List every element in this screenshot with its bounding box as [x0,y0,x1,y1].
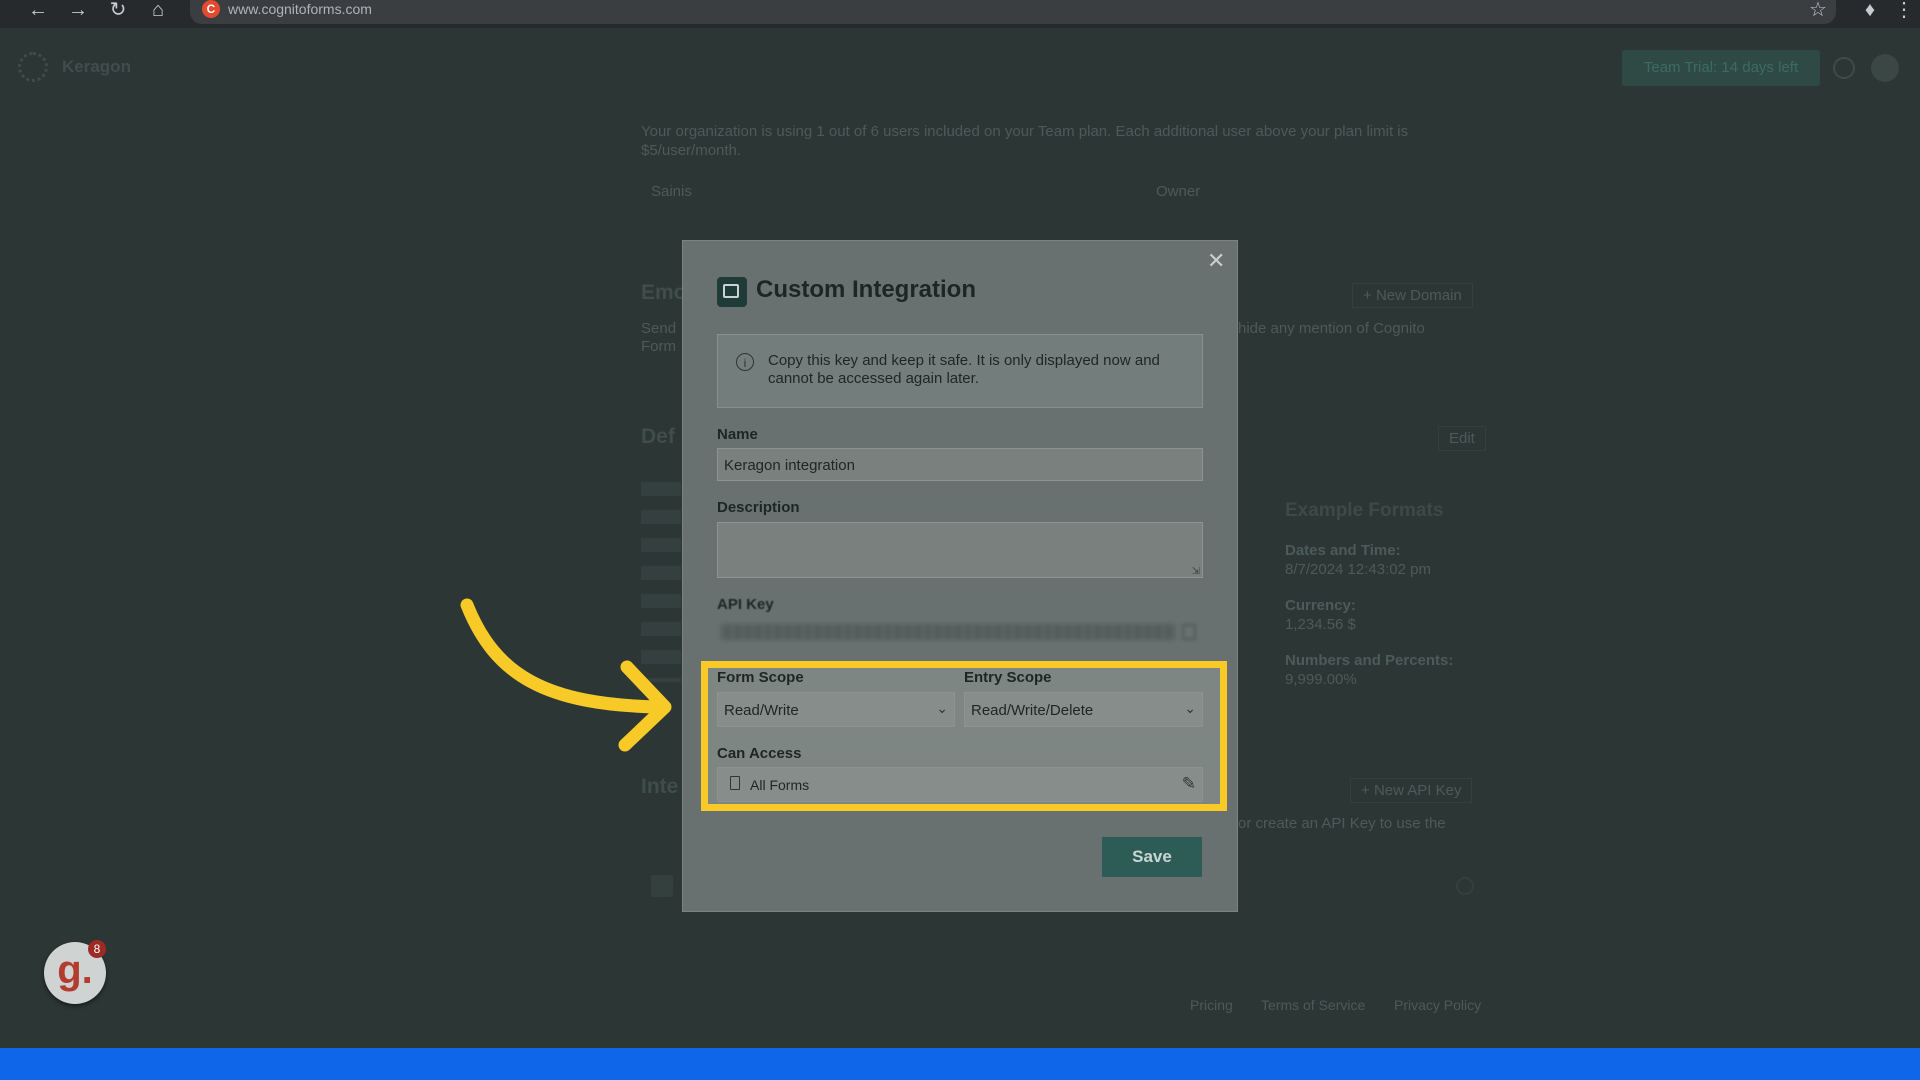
name-field-value: Keragon integration [724,457,855,474]
numbers-value: 9,999.00% [1285,671,1357,688]
org-name[interactable]: Keragon [62,57,131,77]
new-api-key-label: New API Key [1373,782,1462,799]
address-url[interactable]: www.cognitoforms.com [228,1,372,17]
name-label: Name [717,426,758,443]
user-avatar[interactable] [1871,54,1899,82]
bottom-bar [0,1048,1920,1080]
help-icon[interactable] [1833,57,1855,79]
org-logo-icon [18,52,48,82]
info-text: Copy this key and keep it safe. It is on… [768,352,1160,387]
bookmark-star-icon[interactable]: ☆ [1804,0,1832,22]
pointer-arrow-icon [460,598,672,752]
forward-icon[interactable]: → [64,0,92,22]
site-favicon-icon: C [202,0,220,18]
highlight-box [701,661,1227,811]
dates-time-label: Dates and Time: [1285,542,1401,559]
trial-button[interactable]: Team Trial: 14 days left [1622,50,1820,86]
new-api-key-button[interactable]: + New API Key [1350,778,1473,803]
hide-mention-text: hide any mention of Cognito [1238,320,1425,337]
back-icon[interactable]: ← [24,0,52,22]
api-key-label: API Key [717,596,774,613]
extensions-icon[interactable]: ♦ [1856,0,1884,22]
close-icon[interactable]: ✕ [1207,248,1225,274]
currency-label: Currency: [1285,597,1356,614]
address-bar[interactable] [190,0,1836,24]
integrations-desc: or create an API Key to use the [1238,815,1446,832]
dates-time-value: 8/7/2024 12:43:02 pm [1285,561,1431,578]
user-name: Sainis [651,183,692,200]
example-formats-heading: Example Formats [1285,500,1444,521]
description-field[interactable]: ⇲ [717,522,1203,578]
email-section-heading: Emo [641,281,687,304]
email-section-desc: Send [641,320,677,337]
edit-button[interactable]: Edit [1438,426,1486,451]
save-button[interactable]: Save [1102,837,1202,877]
browser-menu-icon[interactable]: ⋮ [1890,0,1918,22]
info-icon: i [736,353,754,371]
resize-handle-icon[interactable]: ⇲ [1192,566,1200,577]
footer-pricing-link[interactable]: Pricing [1190,997,1233,1013]
new-domain-button[interactable]: + New Domain [1352,283,1473,308]
assistant-badge-letter: g. [57,948,93,992]
name-field[interactable]: Keragon integration [717,448,1203,481]
notification-count-badge: 8 [88,940,106,958]
user-role: Owner [1156,183,1201,200]
integrations-section-heading: Inte [641,775,679,798]
defaults-section-heading: Def [641,425,675,448]
integration-row-icon [651,875,673,897]
copy-icon[interactable] [1182,624,1196,640]
integration-row-menu-icon[interactable] [1456,877,1474,895]
numbers-label: Numbers and Percents: [1285,652,1454,669]
currency-value: 1,234.56 $ [1285,616,1356,633]
reload-icon[interactable]: ↻ [104,0,132,22]
footer-terms-link[interactable]: Terms of Service [1261,997,1365,1013]
description-label: Description [717,499,800,516]
api-key-value-blurred [720,624,1176,640]
modal-title: Custom Integration [756,276,976,303]
integration-icon [717,277,747,307]
email-section-desc-2: Form [641,338,676,355]
home-icon[interactable]: ⌂ [144,0,172,22]
users-plan-text: Your organization is using 1 out of 6 us… [641,123,1409,159]
footer-privacy-link[interactable]: Privacy Policy [1394,997,1481,1013]
new-domain-label: New Domain [1375,287,1462,304]
